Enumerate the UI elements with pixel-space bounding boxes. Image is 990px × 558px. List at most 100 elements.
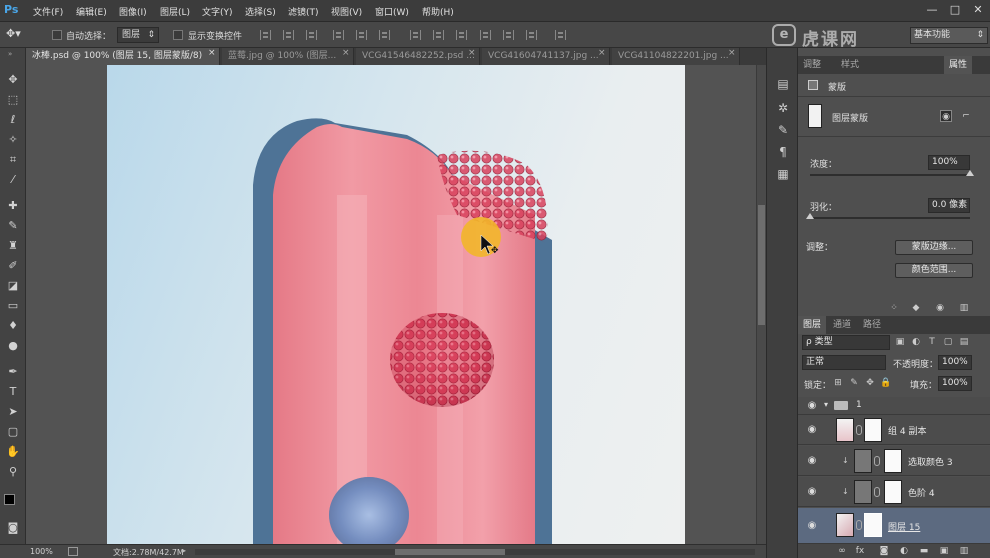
link-chain-icon[interactable] [856, 425, 862, 435]
eraser-tool[interactable]: ◪ [4, 278, 22, 294]
visibility-eye-icon[interactable]: ◉ [806, 520, 818, 532]
horizontal-scrollbar[interactable] [195, 549, 755, 555]
visibility-eye-icon[interactable]: ◉ [934, 302, 946, 314]
quick-mask-button[interactable]: ◙ [4, 520, 22, 536]
status-export-icon[interactable] [68, 547, 78, 556]
link-chain-icon[interactable] [874, 487, 880, 497]
distribute-vcenter-icon[interactable] [433, 30, 444, 40]
blend-mode-dropdown[interactable]: 正常 [802, 355, 886, 370]
filter-pixel-icon[interactable]: ▣ [894, 336, 906, 348]
lock-all-icon[interactable]: 🔒 [880, 377, 892, 389]
eyedropper-tool[interactable]: ⁄ [4, 172, 22, 188]
zoom-level[interactable]: 100% [30, 547, 53, 556]
close-tab-icon[interactable]: × [598, 48, 606, 58]
menu-help[interactable]: 帮助(H) [422, 5, 454, 18]
mask-edge-button[interactable]: 蒙版边缘... [895, 240, 973, 255]
visibility-eye-icon[interactable]: ◉ [806, 455, 818, 467]
layer-group-row[interactable]: ◉ ▾ 1 [798, 397, 990, 415]
layer-row[interactable]: ◉ 组 4 副本 [798, 415, 990, 445]
feather-slider[interactable] [810, 217, 970, 219]
new-group-icon[interactable]: ▬ [918, 545, 930, 557]
distribute-left-icon[interactable] [480, 30, 491, 40]
menu-type[interactable]: 文字(Y) [202, 5, 233, 18]
layer-name[interactable]: 图层 15 [888, 520, 920, 533]
dodge-tool[interactable]: ● [4, 338, 22, 354]
menu-select[interactable]: 选择(S) [245, 5, 276, 18]
add-mask-icon[interactable]: ◙ [878, 545, 890, 557]
menu-view[interactable]: 视图(V) [331, 5, 362, 18]
quick-select-tool[interactable]: ✧ [4, 132, 22, 148]
auto-align-icon[interactable] [555, 30, 566, 40]
gradient-tool[interactable]: ▭ [4, 298, 22, 314]
density-field[interactable]: 100% [928, 155, 970, 170]
auto-select-checkbox[interactable] [52, 30, 62, 40]
pen-tool[interactable]: ✒ [4, 364, 22, 380]
menu-window[interactable]: 窗口(W) [375, 5, 409, 18]
new-layer-icon[interactable]: ▣ [938, 545, 950, 557]
lock-pixels-icon[interactable]: ✎ [848, 377, 860, 389]
foreground-color-swatch[interactable] [4, 494, 15, 505]
lasso-tool[interactable]: ℓ [4, 112, 22, 128]
menu-filter[interactable]: 滤镜(T) [288, 5, 319, 18]
tab-document-4[interactable]: VCG41604741137.jpg ... [482, 48, 610, 65]
fill-field[interactable]: 100% [938, 376, 972, 391]
visibility-eye-icon[interactable]: ◉ [806, 400, 818, 412]
vertical-scroll-thumb[interactable] [758, 205, 765, 325]
tab-document-1[interactable]: 冰棒.psd @ 100% (图层 15, 图层蒙版/8) [26, 48, 220, 65]
swatches-panel-icon[interactable]: ▦ [775, 166, 791, 182]
settings-gear-icon[interactable]: ✲ [775, 100, 791, 116]
layer-style-fx-icon[interactable]: fx [854, 545, 866, 557]
workspace-dropdown[interactable]: 基本功能 ⇕ [910, 27, 988, 44]
distribute-hcenter-icon[interactable] [503, 30, 514, 40]
align-right-icon[interactable] [379, 30, 390, 40]
vertical-scrollbar[interactable] [756, 65, 766, 544]
close-window-button[interactable]: ✕ [968, 1, 988, 19]
menu-file[interactable]: 文件(F) [33, 5, 63, 18]
menu-layer[interactable]: 图层(L) [160, 5, 190, 18]
align-left-icon[interactable] [333, 30, 344, 40]
filter-type-icon[interactable]: T [926, 336, 938, 348]
tab-styles[interactable]: 样式 [836, 56, 864, 74]
tab-paths[interactable]: 路径 [858, 316, 886, 334]
healing-brush-tool[interactable]: ✚ [4, 198, 22, 214]
brush-panel-icon[interactable]: ✎ [775, 122, 791, 138]
tab-document-5[interactable]: VCG41104822201.jpg ... [612, 48, 740, 65]
link-chain-icon[interactable] [856, 520, 862, 530]
link-layers-icon[interactable]: ∞ [836, 545, 848, 557]
tab-document-2[interactable]: 蓝莓.jpg @ 100% (图层... [222, 48, 354, 65]
layer-name[interactable]: 色阶 4 [908, 486, 935, 499]
align-bottom-icon[interactable] [306, 30, 317, 40]
delete-layer-icon[interactable]: ▥ [958, 545, 970, 557]
visibility-eye-icon[interactable]: ◉ [806, 424, 818, 436]
apply-mask-icon[interactable]: ◆ [910, 302, 922, 314]
collapse-arrows-icon[interactable]: » [8, 50, 12, 58]
menu-image[interactable]: 图像(I) [119, 5, 147, 18]
new-adjustment-icon[interactable]: ◐ [898, 545, 910, 557]
layer-filter-dropdown[interactable]: ρ 类型 [802, 335, 890, 350]
layer-row[interactable]: ◉ ↓ 色阶 4 [798, 477, 990, 507]
move-tool-preset-icon[interactable]: ✥▾ [6, 27, 21, 40]
tab-channels[interactable]: 通道 [828, 316, 856, 334]
menu-edit[interactable]: 编辑(E) [76, 5, 107, 18]
history-brush-tool[interactable]: ✐ [4, 258, 22, 274]
path-select-tool[interactable]: ➤ [4, 404, 22, 420]
delete-mask-icon[interactable]: ▥ [958, 302, 970, 314]
zoom-tool[interactable]: ⚲ [4, 464, 22, 480]
lock-transparency-icon[interactable]: ⊞ [832, 377, 844, 389]
paragraph-panel-icon[interactable]: ¶ [775, 144, 791, 160]
type-tool[interactable]: T [4, 384, 22, 400]
blur-tool[interactable]: ♦ [4, 318, 22, 334]
tab-document-3[interactable]: VCG41546482252.psd ... [356, 48, 480, 65]
shape-tool[interactable]: ▢ [4, 424, 22, 440]
load-selection-icon[interactable]: ⁘ [888, 302, 900, 314]
show-transform-checkbox[interactable] [173, 30, 183, 40]
auto-select-dropdown[interactable]: 图层 ⇕ [117, 27, 159, 43]
hand-tool[interactable]: ✋ [4, 444, 22, 460]
group-name[interactable]: 1 [856, 400, 862, 410]
align-hcenter-icon[interactable] [356, 30, 367, 40]
maximize-button[interactable]: □ [945, 1, 965, 19]
add-pixel-mask-icon[interactable]: ◉ [940, 110, 952, 122]
layer-name[interactable]: 选取颜色 3 [908, 455, 953, 468]
filter-adjustment-icon[interactable]: ◐ [910, 336, 922, 348]
close-tab-icon[interactable]: × [342, 48, 350, 58]
